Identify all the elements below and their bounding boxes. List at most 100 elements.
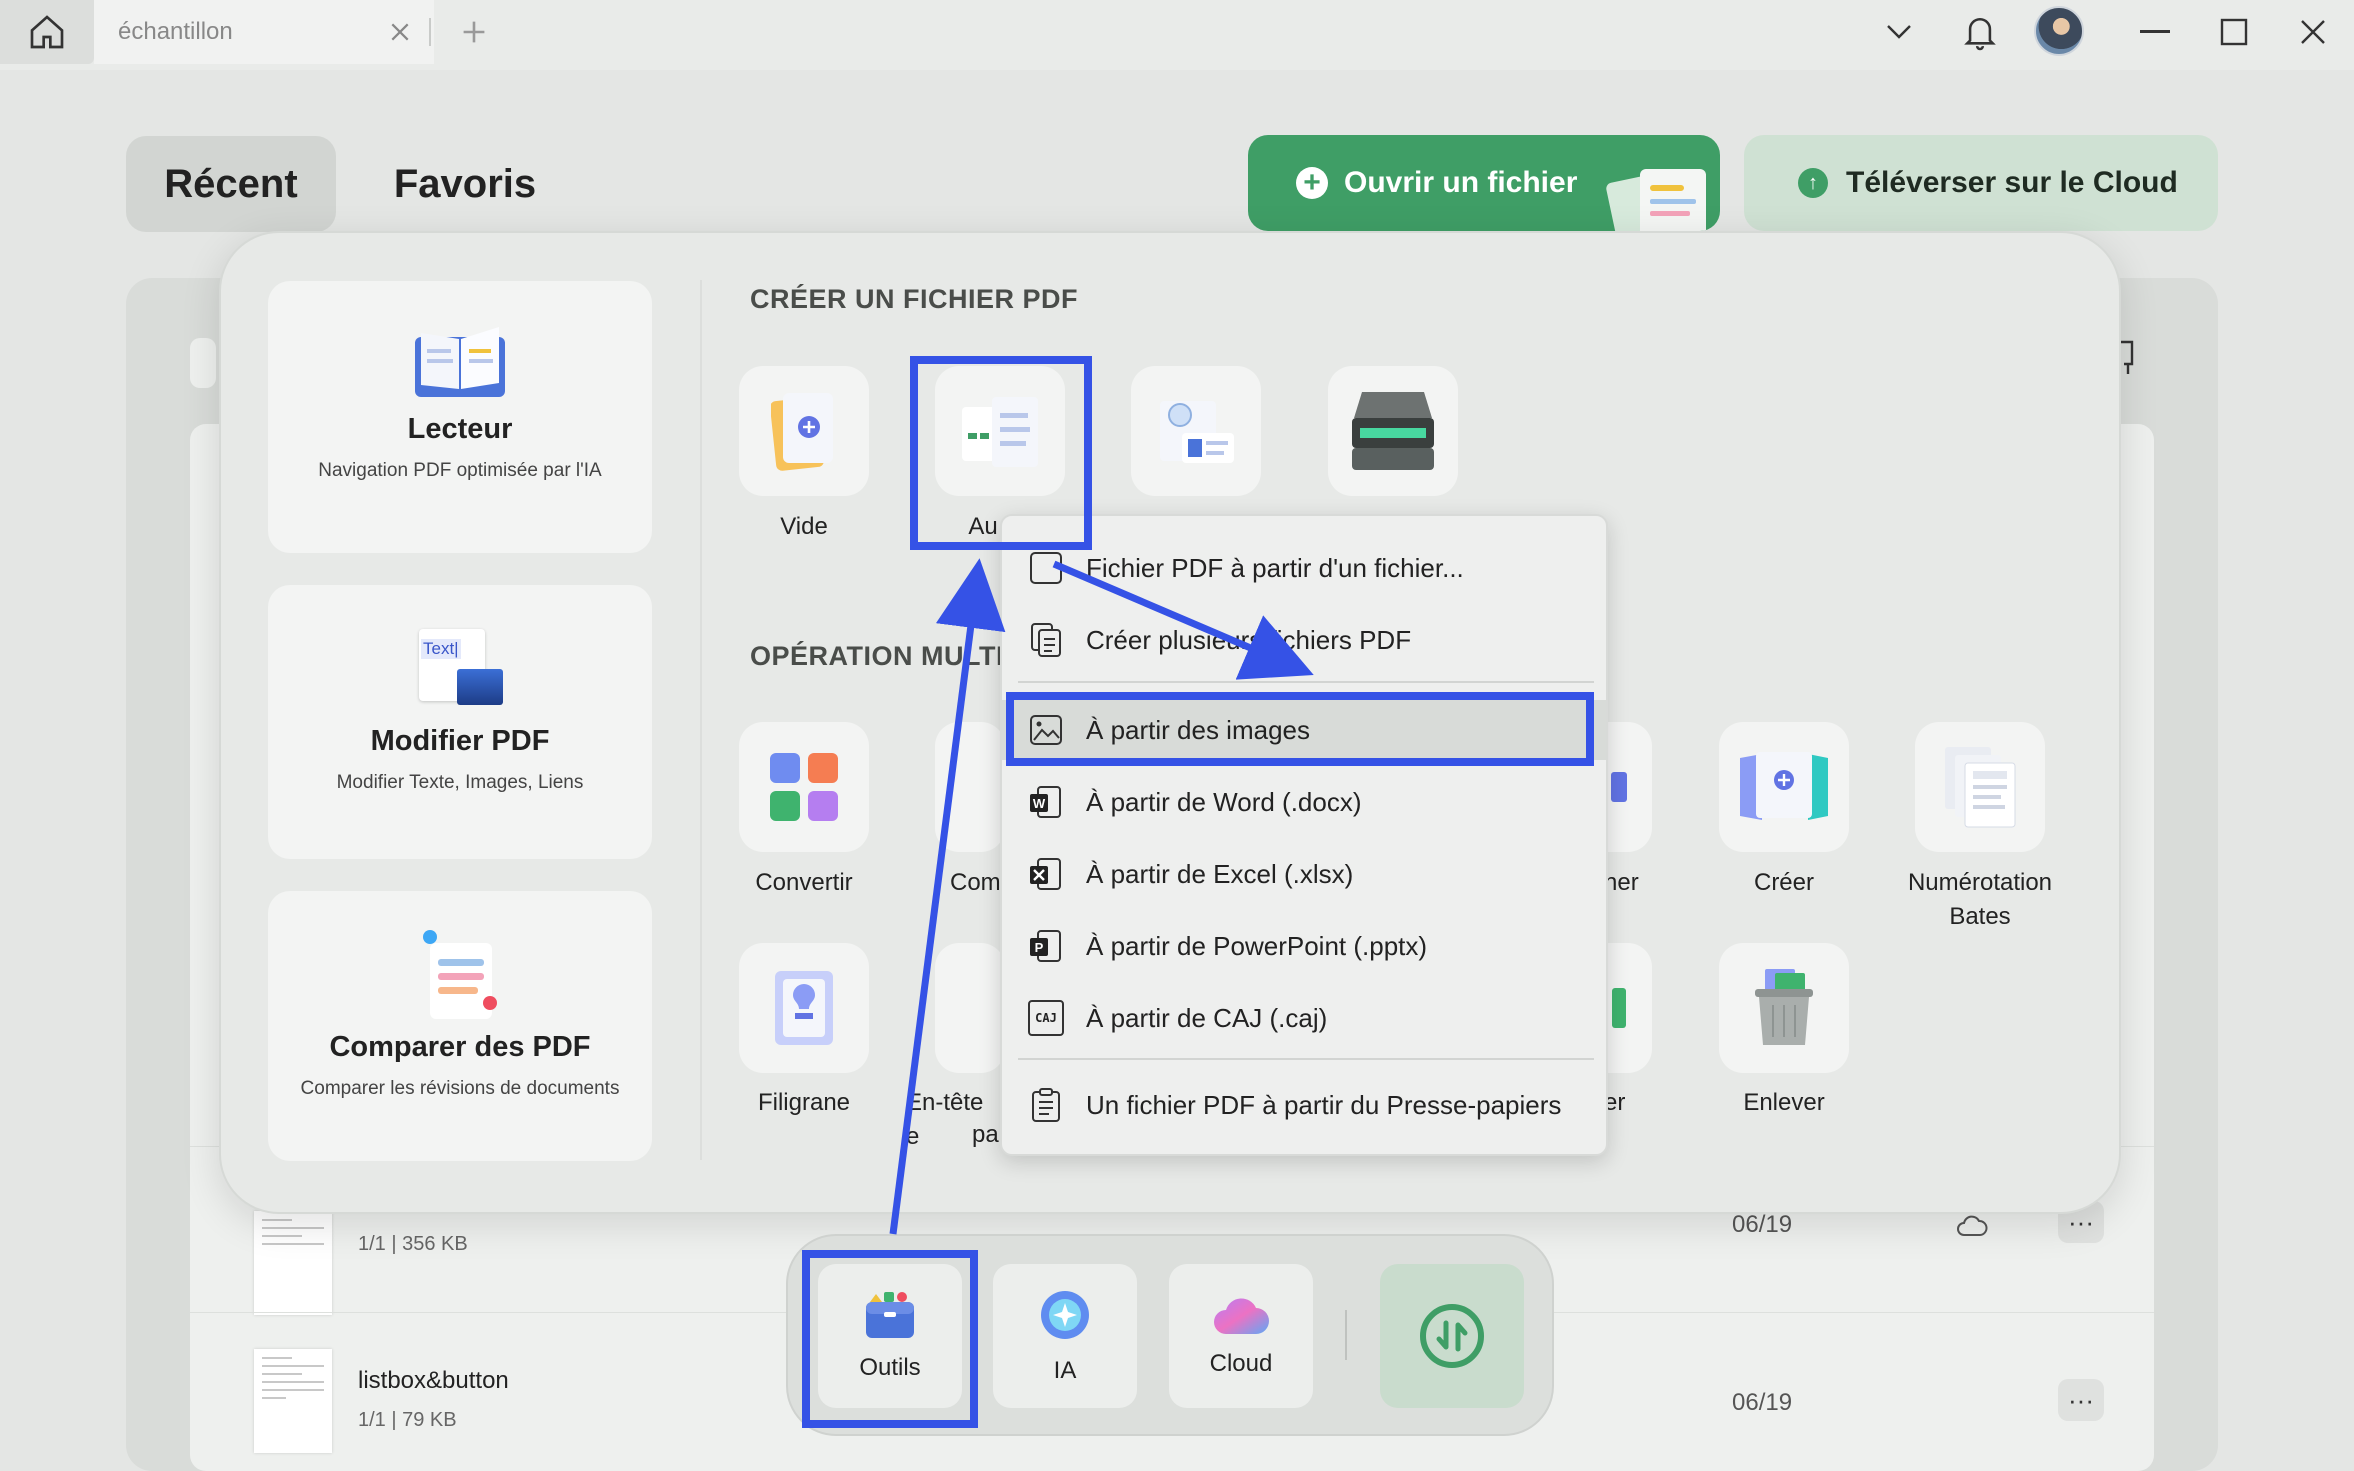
- menu-item-label: Un fichier PDF à partir du Presse-papier…: [1086, 1089, 1562, 1120]
- menu-item-from-powerpoint[interactable]: P À partir de PowerPoint (.pptx): [1002, 916, 1606, 976]
- card-desc: Modifier Texte, Images, Liens: [336, 772, 584, 793]
- svg-text:W: W: [1033, 796, 1046, 811]
- dock-label: IA: [1053, 1357, 1077, 1384]
- highlight-box-create-tool: [910, 356, 1092, 550]
- panel-divider: [700, 280, 702, 1160]
- tool-label: Créer: [1753, 869, 1814, 896]
- plus-icon: [463, 21, 485, 43]
- tool-blank[interactable]: [739, 366, 869, 496]
- cloud-icon: [1214, 1298, 1269, 1334]
- card-edit-pdf[interactable]: Text| Modifier PDF Modifier Texte, Image…: [268, 585, 652, 859]
- tool-label: Enlever: [1743, 1089, 1825, 1116]
- menu-item-from-excel[interactable]: À partir de Excel (.xlsx): [1002, 844, 1606, 904]
- menu-item-label: À partir de CAJ (.caj): [1086, 1002, 1328, 1033]
- menu-item-label: Créer plusieurs fichiers PDF: [1086, 624, 1412, 655]
- file-meta: 1/1 | 79 KB: [358, 1409, 457, 1431]
- tool-watermark[interactable]: [739, 943, 869, 1073]
- dock-ai-button[interactable]: IA: [993, 1264, 1137, 1408]
- maximize-button[interactable]: [2209, 10, 2259, 54]
- tool-compress[interactable]: [935, 722, 1005, 852]
- section-title-multi: OPÉRATION MULTI: [750, 641, 1004, 671]
- tab-close-button[interactable]: [380, 12, 420, 52]
- tool-label: Vide: [780, 513, 828, 540]
- documents-illustration-icon: [1606, 169, 1706, 231]
- svg-text:P: P: [1035, 940, 1044, 955]
- dock-convert-button[interactable]: [1380, 1264, 1524, 1408]
- card-desc: Navigation PDF optimisée par l'IA: [318, 460, 602, 481]
- more-options-button[interactable]: ···: [2058, 1379, 2104, 1421]
- menu-separator: [1018, 1058, 1594, 1060]
- tool-scanner[interactable]: [1328, 366, 1458, 496]
- file-icon: [1030, 552, 1062, 584]
- file-date: 06/19: [1732, 1211, 1793, 1238]
- section-title-create: CRÉER UN FICHIER PDF: [750, 284, 1079, 314]
- list-toolbar-control[interactable]: [190, 338, 216, 388]
- file-date: 06/19: [1732, 1389, 1793, 1416]
- card-title: Comparer des PDF: [329, 1031, 591, 1063]
- tool-combine[interactable]: [1606, 722, 1652, 852]
- tab-recent[interactable]: Récent: [126, 136, 336, 232]
- upload-cloud-label: Téléverser sur le Cloud: [1846, 166, 2178, 199]
- clipboard-icon: [1032, 1088, 1060, 1122]
- tabs-dropdown-button[interactable]: [1874, 10, 1924, 54]
- tool-scan-id[interactable]: [1131, 366, 1261, 496]
- card-title: Modifier PDF: [370, 725, 550, 757]
- edit-text-icon: Text|: [415, 629, 505, 711]
- dock-separator: [1345, 1310, 1347, 1360]
- card-title: Lecteur: [407, 413, 513, 445]
- tool-label: ner: [1604, 869, 1639, 896]
- menu-item-create-multiple[interactable]: Créer plusieurs fichiers PDF: [1002, 610, 1606, 670]
- open-file-label: Ouvrir un fichier: [1344, 166, 1578, 199]
- bell-icon: [1964, 17, 1996, 51]
- new-tab-button[interactable]: [452, 12, 496, 52]
- create-batch-icon: [1740, 752, 1828, 820]
- minimize-button[interactable]: [2130, 10, 2180, 54]
- file-meta: 1/1 | 356 KB: [358, 1233, 468, 1255]
- tool-header-footer[interactable]: [935, 943, 1005, 1073]
- tool-split[interactable]: [1606, 943, 1652, 1073]
- tool-label: er: [1604, 1089, 1626, 1116]
- tab-favorites[interactable]: Favoris: [370, 136, 560, 232]
- home-button[interactable]: [0, 0, 94, 64]
- close-window-button[interactable]: [2288, 10, 2338, 54]
- notifications-button[interactable]: [1955, 10, 2005, 54]
- dock-label: Cloud: [1209, 1350, 1273, 1377]
- create-pdf-dropdown: Fichier PDF à partir d'un fichier... Cré…: [1000, 514, 1608, 1156]
- file-thumbnail: [254, 1211, 332, 1315]
- caj-icon: CAJ: [1028, 1000, 1064, 1036]
- avatar[interactable]: [2034, 6, 2084, 56]
- file-thumbnail: [254, 1349, 332, 1453]
- upload-cloud-button[interactable]: ↑ Téléverser sur le Cloud: [1744, 135, 2218, 231]
- tool-convert[interactable]: [739, 722, 869, 852]
- bates-numbering-icon: [1945, 747, 2016, 828]
- close-icon: [2301, 20, 2325, 44]
- multiple-files-icon: [1031, 623, 1061, 657]
- book-icon: [415, 327, 505, 397]
- tool-label: Numérotation Bates: [1907, 869, 2053, 930]
- cloud-icon[interactable]: [1956, 1213, 1988, 1237]
- tool-remove[interactable]: [1719, 943, 1849, 1073]
- card-compare-pdf[interactable]: Comparer des PDF Comparer les révisions …: [268, 891, 652, 1161]
- maximize-icon: [2220, 18, 2248, 46]
- chevron-down-icon: [1887, 25, 1911, 39]
- dock-cloud-button[interactable]: Cloud: [1169, 1264, 1313, 1408]
- tool-label: Com: [950, 869, 1001, 896]
- convert-icon: [770, 753, 838, 821]
- excel-icon: [1030, 858, 1061, 890]
- open-file-button[interactable]: + Ouvrir un fichier: [1248, 135, 1720, 231]
- menu-item-from-clipboard[interactable]: Un fichier PDF à partir du Presse-papier…: [1002, 1075, 1606, 1135]
- menu-separator: [1018, 681, 1594, 683]
- menu-item-label: À partir de Excel (.xlsx): [1086, 858, 1354, 889]
- menu-item-from-word[interactable]: W À partir de Word (.docx): [1002, 772, 1606, 832]
- tool-bates[interactable]: [1915, 722, 2045, 852]
- menu-item-from-file[interactable]: Fichier PDF à partir d'un fichier...: [1002, 538, 1606, 598]
- card-reader[interactable]: Lecteur Navigation PDF optimisée par l'I…: [268, 281, 652, 553]
- home-icon: [30, 15, 64, 49]
- tool-create[interactable]: [1719, 722, 1849, 852]
- tool-label: Filigrane: [757, 1089, 851, 1116]
- menu-item-from-caj[interactable]: CAJ À partir de CAJ (.caj): [1002, 988, 1606, 1048]
- scanner-icon: [1352, 392, 1434, 470]
- powerpoint-icon: P: [1030, 930, 1061, 962]
- edit-icon-text: Text|: [421, 639, 461, 659]
- close-icon: [391, 23, 409, 41]
